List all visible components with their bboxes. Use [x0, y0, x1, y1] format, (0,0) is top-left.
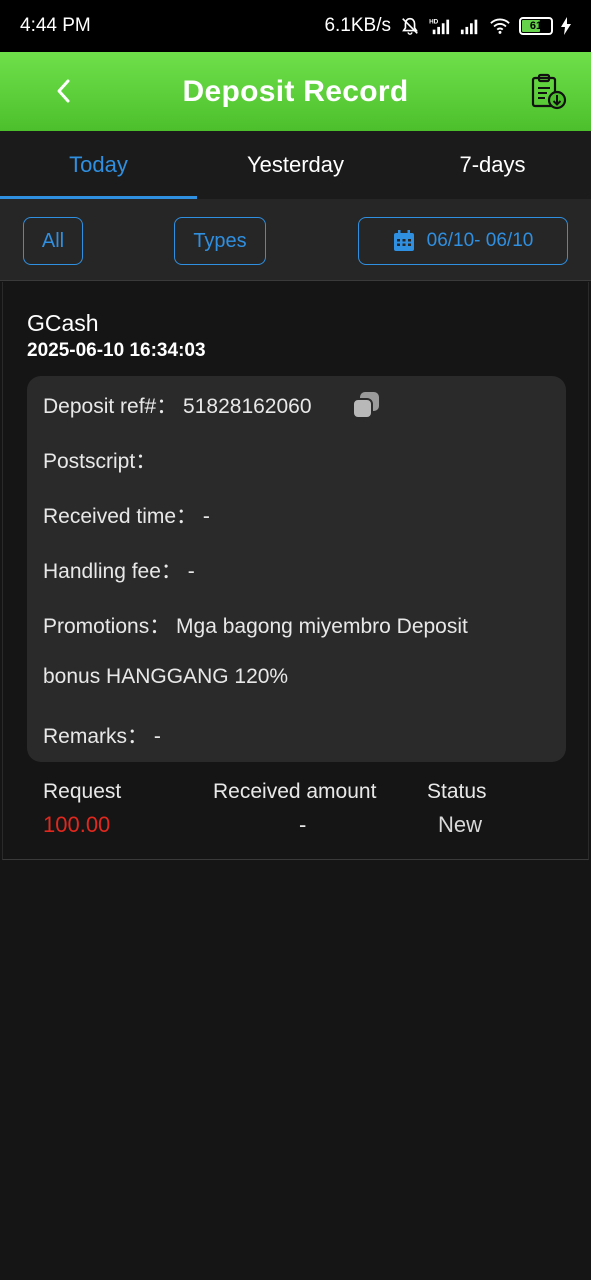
status-label: Status [427, 780, 487, 803]
record-datetime: 2025-06-10 16:34:03 [27, 340, 206, 361]
postscript: Postscript： [43, 450, 157, 473]
signal-hd-icon: HD [429, 18, 450, 35]
received-time: Received time： - [43, 505, 210, 528]
app-header: Deposit Record [0, 52, 591, 131]
received-amount-value: - [299, 812, 307, 837]
filter-all-button[interactable]: All [23, 217, 83, 265]
tab-7-days[interactable]: 7-days [394, 131, 591, 199]
battery-icon: 61 [519, 17, 553, 35]
tab-yesterday[interactable]: Yesterday [197, 131, 394, 199]
date-range-button[interactable]: 06/10- 06/10 [358, 217, 568, 265]
wifi-icon [490, 18, 510, 34]
promotions-continued: bonus HANGGANG 120% [43, 665, 289, 688]
calendar-icon [393, 230, 414, 251]
date-range-label: 06/10- 06/10 [426, 230, 534, 251]
record-details: Deposit ref#： 51828162060 Postscript： Re… [27, 376, 566, 762]
date-tabs: Today Yesterday 7-days [0, 131, 591, 199]
remarks: Remarks： - [43, 725, 161, 748]
bell-muted-icon [402, 17, 418, 35]
handling-fee: Handling fee： - [43, 560, 195, 583]
deposit-record-item[interactable]: GCash 2025-06-10 16:34:03 Deposit ref#： … [2, 282, 589, 860]
svg-text:HD: HD [429, 18, 439, 25]
status-time: 4:44 PM [20, 15, 91, 36]
status-icons: 6.1KB/s HD 61 [324, 15, 571, 37]
copy-icon[interactable] [351, 390, 381, 420]
payment-method: GCash [27, 310, 99, 336]
tab-today[interactable]: Today [0, 131, 197, 199]
status-bar: 4:44 PM 6.1KB/s HD 61 [0, 0, 591, 52]
promotions: Promotions： Mga bagong miyembro Deposit [43, 615, 468, 638]
clipboard-download-icon[interactable] [529, 72, 569, 112]
page-title: Deposit Record [182, 74, 409, 108]
request-label: Request [43, 780, 122, 803]
chevron-left-icon [57, 79, 70, 103]
network-speed: 6.1KB/s [324, 15, 391, 36]
charging-bolt-icon [561, 17, 571, 35]
status-value: New [438, 812, 483, 837]
request-amount: 100.00 [43, 812, 111, 837]
filter-bar: All Types 06/10- 06/10 [0, 199, 591, 281]
filter-types-button[interactable]: Types [174, 217, 266, 265]
signal-icon [460, 19, 478, 35]
deposit-ref: Deposit ref#： 51828162060 [43, 395, 312, 418]
received-amount-label: Received amount [213, 780, 377, 803]
back-button[interactable] [46, 74, 80, 108]
